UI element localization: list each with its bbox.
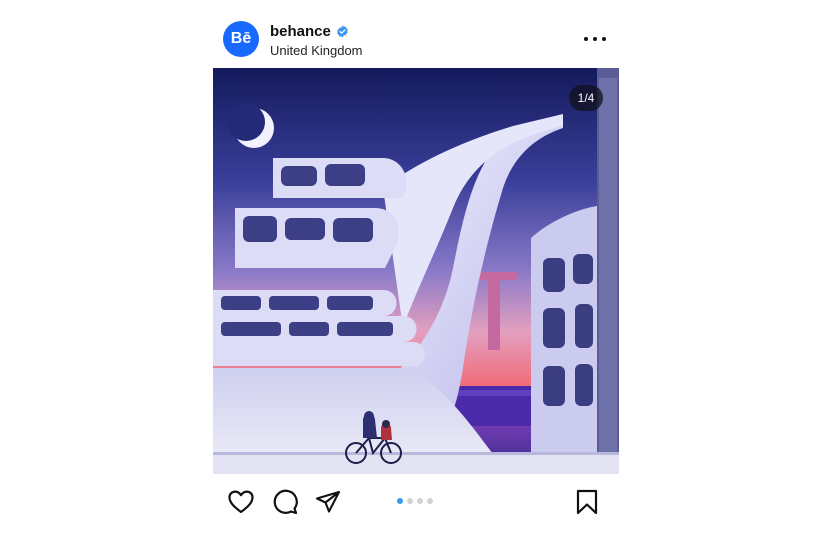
comment-icon[interactable] — [271, 488, 299, 516]
like-heart-icon[interactable] — [227, 488, 255, 516]
carousel-dot — [407, 498, 413, 504]
action-bar — [0, 474, 832, 540]
illustration — [213, 68, 619, 474]
carousel-dot — [397, 498, 403, 504]
more-options-icon[interactable] — [584, 30, 606, 48]
username-row: behance — [270, 23, 349, 40]
verified-badge-icon — [336, 25, 349, 38]
avatar-logo-text: Bē — [230, 30, 252, 47]
carousel-indicator — [397, 498, 433, 504]
post-header: Bē behance United Kingdom — [0, 0, 832, 68]
image-counter-badge: 1/4 — [569, 85, 603, 111]
post-image[interactable]: 1/4 — [213, 68, 619, 474]
username[interactable]: behance — [270, 23, 331, 40]
location-label[interactable]: United Kingdom — [270, 43, 363, 58]
carousel-dot — [417, 498, 423, 504]
share-icon[interactable] — [314, 488, 342, 516]
avatar[interactable]: Bē — [223, 21, 259, 57]
save-bookmark-icon[interactable] — [573, 488, 601, 516]
carousel-dot — [427, 498, 433, 504]
